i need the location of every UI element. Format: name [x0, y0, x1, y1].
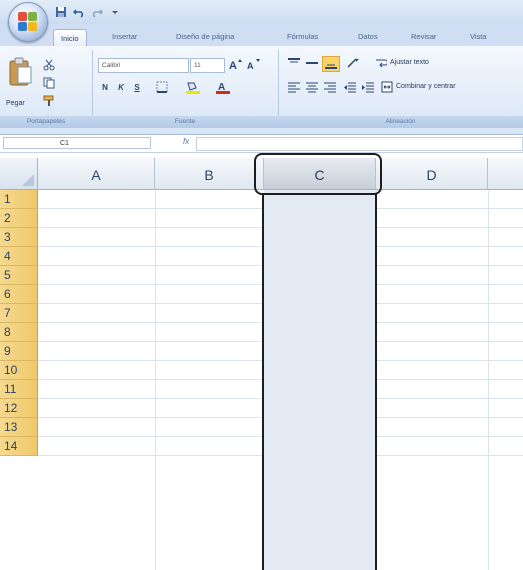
gridline-v	[155, 190, 156, 570]
copy-icon[interactable]	[42, 76, 56, 90]
ribbon: Pegar Portapapeles Calibri 11 A A N K S …	[0, 46, 523, 135]
row-header-13[interactable]: 13	[0, 418, 38, 437]
align-right-icon[interactable]	[322, 80, 338, 94]
formula-bar: C1 fx	[0, 135, 523, 153]
align-middle-icon[interactable]	[304, 56, 320, 70]
column-header-b[interactable]: B	[155, 158, 264, 190]
wrap-text-label[interactable]: Ajustar texto	[390, 59, 429, 66]
gridline-v	[488, 190, 489, 570]
redo-icon[interactable]	[90, 5, 104, 19]
clipboard-group-label: Portapapeles	[0, 116, 92, 128]
row-header-2[interactable]: 2	[0, 209, 38, 228]
fill-color-icon[interactable]	[182, 80, 204, 94]
tab-insertar[interactable]: Insertar	[112, 28, 137, 45]
group-alignment: Ajustar texto Combinar y centrar Alineac…	[278, 50, 523, 128]
merge-center-label[interactable]: Combinar y centrar	[396, 83, 456, 90]
bold-button[interactable]: N	[98, 80, 112, 94]
alignment-group-label: Alineación	[278, 116, 523, 128]
wrap-text-icon[interactable]	[374, 56, 388, 70]
align-top-icon[interactable]	[286, 56, 302, 70]
increase-indent-icon[interactable]	[360, 80, 376, 94]
column-c-highlight	[262, 193, 377, 570]
undo-icon[interactable]	[72, 5, 86, 19]
save-icon[interactable]	[54, 5, 68, 19]
row-header-6[interactable]: 6	[0, 285, 38, 304]
borders-icon[interactable]	[152, 80, 174, 94]
row-header-12[interactable]: 12	[0, 399, 38, 418]
paste-label: Pegar	[6, 100, 25, 107]
font-name-combo[interactable]: Calibri	[98, 58, 189, 73]
font-color-icon[interactable]: A	[212, 80, 234, 94]
orientation-icon[interactable]	[344, 56, 364, 70]
fx-button[interactable]: fx	[183, 137, 189, 146]
row-header-9[interactable]: 9	[0, 342, 38, 361]
svg-text:A: A	[247, 61, 254, 70]
name-box[interactable]: C1	[3, 137, 151, 149]
decrease-indent-icon[interactable]	[342, 80, 358, 94]
italic-button[interactable]: K	[114, 80, 128, 94]
row-header-3[interactable]: 3	[0, 228, 38, 247]
group-clipboard: Pegar Portapapeles	[0, 50, 93, 128]
formula-input[interactable]	[196, 137, 523, 151]
cut-icon[interactable]	[42, 58, 56, 72]
grow-font-icon[interactable]: A	[228, 57, 242, 71]
tab-revisar[interactable]: Revisar	[411, 28, 436, 45]
tab-datos[interactable]: Datos	[358, 28, 378, 45]
font-group-label: Fuente	[92, 116, 278, 128]
row-header-14[interactable]: 14	[0, 437, 38, 456]
align-center-icon[interactable]	[304, 80, 320, 94]
row-header-1[interactable]: 1	[0, 190, 38, 209]
row-header-5[interactable]: 5	[0, 266, 38, 285]
tab-vista[interactable]: Vista	[470, 28, 487, 45]
row-header-7[interactable]: 7	[0, 304, 38, 323]
row-header-4[interactable]: 4	[0, 247, 38, 266]
shrink-font-icon[interactable]: A	[246, 57, 260, 71]
quick-access-toolbar	[54, 4, 122, 20]
paste-button[interactable]	[6, 54, 34, 90]
group-font: Calibri 11 A A N K S A Fuente	[92, 50, 279, 128]
svg-text:A: A	[229, 60, 237, 70]
excel-window: Inicio Insertar Diseño de página Fórmula…	[0, 0, 523, 570]
tab-formulas[interactable]: Fórmulas	[287, 28, 318, 45]
paste-icon	[9, 57, 32, 86]
qat-dropdown-icon[interactable]	[108, 5, 122, 19]
office-button[interactable]	[8, 2, 48, 42]
ribbon-tabs: Inicio Insertar Diseño de página Fórmula…	[0, 24, 523, 47]
column-c-header-highlight	[254, 153, 382, 195]
row-header-8[interactable]: 8	[0, 323, 38, 342]
column-header-a[interactable]: A	[38, 158, 155, 190]
format-painter-icon[interactable]	[42, 94, 56, 108]
font-size-combo[interactable]: 11	[190, 58, 225, 73]
row-header-10[interactable]: 10	[0, 361, 38, 380]
office-logo-icon	[18, 12, 38, 32]
underline-button[interactable]: S	[130, 80, 144, 94]
title-bar	[0, 0, 523, 25]
align-bottom-icon[interactable]	[322, 56, 340, 72]
tab-diseno-de-pagina[interactable]: Diseño de página	[176, 28, 234, 45]
column-header-partial[interactable]	[488, 158, 523, 190]
tab-inicio[interactable]: Inicio	[53, 29, 87, 47]
column-header-d[interactable]: D	[376, 158, 488, 190]
select-all-button[interactable]	[0, 158, 38, 190]
row-header-11[interactable]: 11	[0, 380, 38, 399]
align-left-icon[interactable]	[286, 80, 302, 94]
merge-center-icon[interactable]	[380, 80, 394, 94]
